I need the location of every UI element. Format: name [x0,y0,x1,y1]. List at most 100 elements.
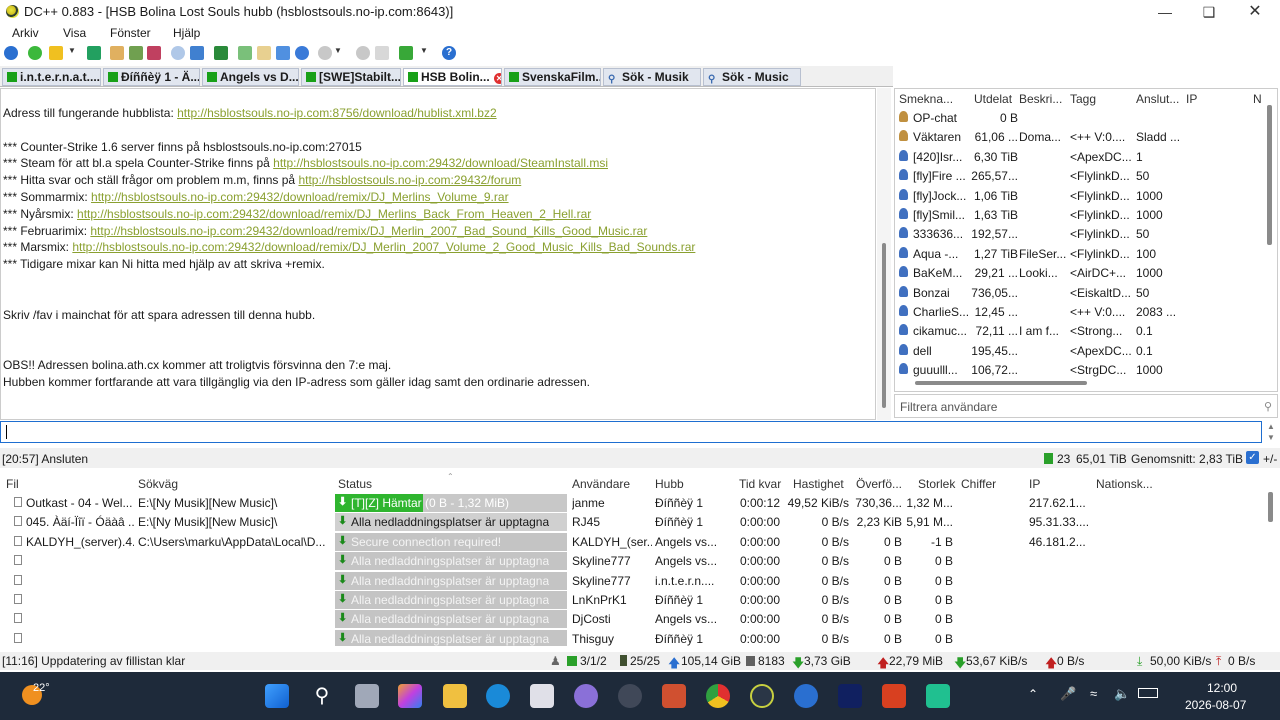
tab-search-musik[interactable]: ⚲ Sök - Musik [603,68,701,86]
chat-link[interactable]: http://hsblostsouls.no-ip.com:29432/down… [72,240,695,254]
chat-link[interactable]: http://hsblostsouls.no-ip.com:29432/down… [77,207,591,221]
user-filter-input[interactable]: Filtrera användare ⚲ [894,394,1278,418]
plugins-icon[interactable] [399,46,413,60]
menu-hjalp[interactable]: Hjälp [173,26,200,40]
task-view-icon[interactable] [355,684,379,708]
col-transferred[interactable]: Överfö... [856,477,902,491]
transfer-row[interactable]: 045. Àäí-Ïîï - Óäàâ ... E:\[Ny Musik][New… [0,513,1262,532]
col-time-left[interactable]: Tid kvar [739,477,781,491]
user-row[interactable]: OP-chat 0 B [895,109,1265,128]
wifi-icon[interactable]: ≈ [1090,686,1097,701]
public-hubs-icon[interactable] [87,46,101,60]
finished-downloads-icon[interactable] [147,46,161,60]
user-row[interactable]: [fly]Smil... 1,63 TiB <FlylinkD... 1000 [895,206,1265,225]
adl-search-icon[interactable] [190,46,204,60]
menu-arkiv[interactable]: Arkiv [12,26,39,40]
chrome-browser-icon[interactable] [706,684,730,708]
transfer-row[interactable]: Outkast - 04 - Wel... E:\[Ny Musik][New M… [0,494,1262,513]
download-queue-icon[interactable] [129,46,143,60]
col-cipher[interactable]: Chiffer [961,477,996,491]
refresh-share-icon[interactable] [276,46,290,60]
col-size[interactable]: Storlek [918,477,955,491]
video-app-icon[interactable] [662,684,686,708]
col-tag[interactable]: Tagg [1070,92,1096,106]
transfer-row[interactable]: LnKnPrK1 Ðíññèÿ 1 0:00:00 0 B/s 0 B 0 B ⬇ Alla … [0,591,1262,610]
back-icon[interactable] [4,46,18,60]
col-country[interactable]: Nationsk... [1096,477,1153,491]
chevron-up-icon[interactable]: ⌃ [1028,687,1038,701]
search-icon[interactable] [171,46,185,60]
col-description[interactable]: Beskri... [1019,92,1062,106]
user-row[interactable]: [fly]Jock... 1,06 TiB <FlylinkD... 1000 [895,187,1265,206]
transfer-scroll-thumb[interactable] [1268,492,1273,522]
user-row[interactable]: cikamuc... 72,11 ... I am f... <Strong... 0.… [895,322,1265,341]
col-n[interactable]: N [1253,92,1262,106]
app-icon[interactable] [574,684,598,708]
battery-icon[interactable] [1138,688,1158,698]
col-connection[interactable]: Anslut... [1136,92,1179,106]
chat-link[interactable]: http://hsblostsouls.no-ip.com:29432/foru… [298,173,521,187]
tab-hsb-bolina[interactable]: HSB Bolin... ✕ [403,68,502,86]
tab-angels-vs[interactable]: Angels vs D... [202,68,299,86]
tab-russia-1[interactable]: Ðíññèÿ 1 - Ä... [103,68,200,86]
store-icon[interactable] [530,684,554,708]
upload-icon[interactable] [214,46,228,60]
chevron-down-icon[interactable]: ▼ [334,46,344,60]
user-row[interactable]: 333636... 192,57... <FlylinkD... 50 [895,225,1265,244]
media-player-icon[interactable] [618,684,642,708]
chat-app-icon[interactable] [926,684,950,708]
search-icon[interactable]: ⚲ [310,684,334,708]
transfer-row[interactable]: Skyline777 Angels vs... 0:00:00 0 B/s 0 B 0 B… [0,552,1262,571]
chevron-down-icon[interactable]: ▼ [68,46,78,60]
col-file[interactable]: Fil [6,477,19,491]
menu-fonster[interactable]: Fönster [110,26,151,40]
col-ip[interactable]: IP [1186,92,1197,106]
col-path[interactable]: Sökväg [138,477,178,491]
checkbox-checked-icon[interactable]: ✓ [1246,451,1259,464]
userlist-hscroll-thumb[interactable] [915,381,1087,385]
user-row[interactable]: guuulll... 106,72... <StrgDC... 1000 [895,361,1265,380]
minimize-button[interactable]: — [1142,0,1188,24]
user-row[interactable]: [fly]Fire ... 265,57... <FlylinkD... 50 [895,167,1265,186]
edit-icon[interactable] [375,46,389,60]
col-shared[interactable]: Utdelat [974,92,1012,106]
help-icon[interactable]: ? [442,46,456,60]
clock-date[interactable]: 2026-08-07 [1185,698,1246,712]
file-explorer-icon[interactable] [443,684,467,708]
user-row[interactable]: BaKeM... 29,21 ... Looki... <AirDC+... 1000 [895,264,1265,283]
col-speed[interactable]: Hastighet [793,477,844,491]
chat-link[interactable]: http://hsblostsouls.no-ip.com:29432/down… [90,224,647,238]
userlist-scroll-thumb[interactable] [1267,105,1272,245]
app-icon[interactable] [838,684,862,708]
scroll-thumb[interactable] [882,243,886,408]
volume-icon[interactable]: 🔈 [1114,686,1130,702]
tab-internat[interactable]: i.n.t.e.r.n.a.t.... [2,68,101,86]
chat-link[interactable]: http://hsblostsouls.no-ip.com:8756/downl… [177,106,497,120]
copilot-icon[interactable] [398,684,422,708]
menu-visa[interactable]: Visa [63,26,86,40]
user-row[interactable]: CharlieS... 12,45 ... <++ V:0.... 2083 ... [895,303,1265,322]
chat-message-input[interactable] [0,421,1262,443]
open-filelist-icon[interactable] [257,46,271,60]
tab-swe-stabilt[interactable]: [SWE]Stabilt... [301,68,401,86]
dcpp-taskbar-icon[interactable] [750,684,774,708]
chat-scrollbar[interactable] [877,88,891,420]
close-button[interactable]: ✕ [1232,0,1278,24]
chat-link[interactable]: http://hsblostsouls.no-ip.com:29432/down… [91,190,509,204]
away-icon[interactable] [318,46,332,60]
settings-gear-icon[interactable] [356,46,370,60]
notepad-icon[interactable] [238,46,252,60]
transfer-row[interactable]: Thisguy Ðíññèÿ 1 0:00:00 0 B/s 0 B 0 B ⬇ Alla n… [0,629,1262,646]
chat-link[interactable]: http://hsblostsouls.no-ip.com:29432/down… [273,156,608,170]
weather-temp[interactable]: 22° [33,682,50,694]
tab-search-music[interactable]: ⚲ Sök - Music [703,68,801,86]
microphone-icon[interactable]: 🎤 [1060,686,1076,702]
chevron-down-icon[interactable]: ▼ [1267,433,1275,442]
clock-time[interactable]: 12:00 [1207,681,1237,695]
col-ip[interactable]: IP [1029,477,1040,491]
chevron-down-icon[interactable]: ▼ [420,46,430,60]
col-status[interactable]: Status [338,477,372,491]
col-user[interactable]: Användare [572,477,630,491]
close-tab-icon[interactable]: ✕ [493,73,501,84]
favorites-star-icon[interactable] [49,46,63,60]
